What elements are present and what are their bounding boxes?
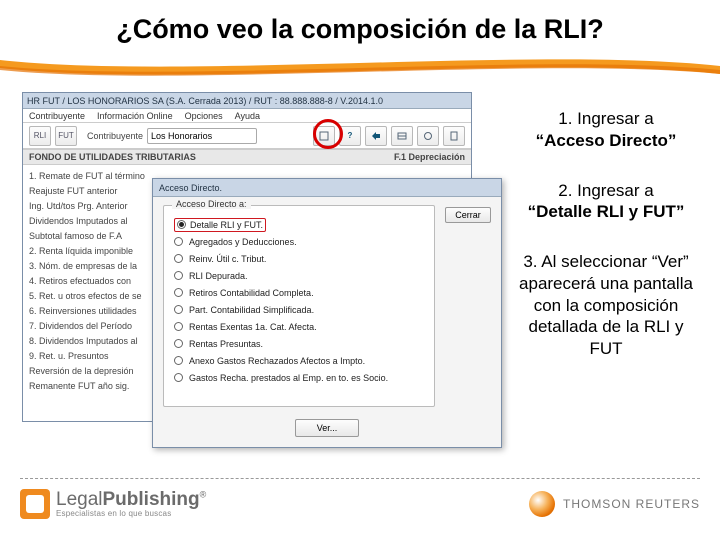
menu-opciones[interactable]: Opciones (185, 111, 223, 121)
legalpublishing-logo: LegalPublishing® Especialistas en lo que… (20, 489, 206, 519)
footer: LegalPublishing® Especialistas en lo que… (20, 478, 700, 522)
menubar[interactable]: Contribuyente Información Online Opcione… (23, 109, 471, 123)
toolbar: RLI FUT Contribuyente ? (23, 123, 471, 149)
radio-reinv-util[interactable]: Reinv. Útil c. Tribut. (174, 250, 424, 267)
step-2: 2. Ingresar a “Detalle RLI y FUT” (514, 180, 698, 224)
instruction-steps: 1. Ingresar a “Acceso Directo” 2. Ingres… (514, 108, 698, 388)
toolbar-help-icon[interactable]: ? (339, 126, 361, 146)
toolbar-btn-c[interactable] (391, 126, 413, 146)
menu-contribuyente[interactable]: Contribuyente (29, 111, 85, 121)
radio-rli-depurada[interactable]: RLI Depurada. (174, 267, 424, 284)
contrib-label: Contribuyente (87, 131, 143, 141)
cerrar-button[interactable]: Cerrar (445, 207, 491, 223)
menu-ayuda[interactable]: Ayuda (235, 111, 260, 121)
acceso-directo-dialog: Acceso Directo. Cerrar Acceso Directo a:… (152, 178, 502, 448)
lp-mark-icon (20, 489, 50, 519)
thomson-reuters-logo: THOMSON REUTERS (529, 491, 700, 517)
radio-part-contabilidad[interactable]: Part. Contabilidad Simplificada. (174, 301, 424, 318)
toolbar-fut-button[interactable]: FUT (55, 126, 77, 146)
radio-retiros-contabilidad[interactable]: Retiros Contabilidad Completa. (174, 284, 424, 301)
step-3: 3. Al seleccionar “Ver” aparecerá una pa… (514, 251, 698, 360)
step-1: 1. Ingresar a “Acceso Directo” (514, 108, 698, 152)
radio-detalle-rli-fut[interactable]: Detalle RLI y FUT. (174, 216, 424, 233)
window-titlebar: HR FUT / LOS HONORARIOS SA (S.A. Cerrada… (23, 93, 471, 109)
acceso-directo-group: Acceso Directo a: Detalle RLI y FUT. Agr… (163, 205, 435, 407)
section-header: FONDO DE UTILIDADES TRIBUTARIAS F.1 Depr… (23, 149, 471, 165)
menu-info-online[interactable]: Información Online (97, 111, 173, 121)
dialog-titlebar: Acceso Directo. (153, 179, 501, 197)
header-swoosh (0, 52, 720, 82)
toolbar-acceso-directo-button[interactable] (365, 126, 387, 146)
radio-anexo-gastos[interactable]: Anexo Gastos Rechazados Afectos a Impto. (174, 352, 424, 369)
toolbar-rli-button[interactable]: RLI (29, 126, 51, 146)
toolbar-btn-e[interactable] (443, 126, 465, 146)
ver-button[interactable]: Ver... (295, 419, 359, 437)
page-title: ¿Cómo veo la composición de la RLI? (0, 14, 720, 45)
radio-gastos-recha[interactable]: Gastos Recha. prestados al Emp. en to. e… (174, 369, 424, 386)
tr-mark-icon (529, 491, 555, 517)
group-label: Acceso Directo a: (172, 199, 251, 209)
toolbar-btn-a[interactable] (313, 126, 335, 146)
radio-rentas-presuntas[interactable]: Rentas Presuntas. (174, 335, 424, 352)
radio-rentas-exentas[interactable]: Rentas Exentas 1a. Cat. Afecta. (174, 318, 424, 335)
toolbar-btn-d[interactable] (417, 126, 439, 146)
radio-agregados-deducciones[interactable]: Agregados y Deducciones. (174, 233, 424, 250)
contrib-input[interactable] (147, 128, 257, 144)
